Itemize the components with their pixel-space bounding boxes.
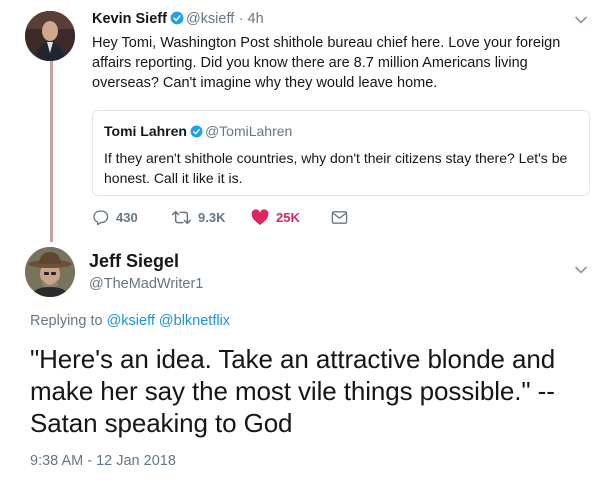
reply-mention-link[interactable]: @ksieff [107,313,155,329]
quoted-tweet[interactable]: Tomi Lahren @TomiLahren If they aren't sh… [92,110,590,196]
reply-button[interactable]: 430 [92,209,172,226]
retweet-button[interactable]: 9.3K [172,209,251,226]
chevron-down-icon[interactable] [574,12,588,30]
verified-badge-icon [190,125,203,143]
tweet2-text: "Here's an idea. Take an attractive blon… [30,344,556,438]
tweet2-author-name[interactable]: Jeff Siegel [89,251,179,272]
reply-mention-link[interactable]: @blknetflix [159,313,230,329]
verified-badge-icon [170,11,184,30]
tweet2-timestamp[interactable]: 9:38 AM - 12 Jan 2018 [30,453,176,469]
reply-count: 430 [116,209,138,225]
heart-icon [251,208,269,225]
quoted-tweet-header: Tomi Lahren @TomiLahren [104,123,578,143]
tweet1-header: Kevin Sieff @ksieff · 4h [92,10,264,30]
envelope-icon [331,210,348,224]
avatar-jeff-siegel[interactable] [25,247,75,297]
thread-connector-line [50,56,53,242]
replying-to-line: Replying to @ksieff @blknetflix [30,313,230,329]
chevron-down-icon[interactable] [574,262,588,280]
tweet1-action-bar: 430 9.3K 25K [92,207,355,227]
quoted-tweet-text: If they aren't shithole countries, why d… [104,150,568,186]
like-count: 25K [276,209,300,225]
direct-message-button[interactable] [331,210,355,225]
tweet1-time[interactable]: · 4h [239,11,264,27]
quoted-author-name: Tomi Lahren [104,123,187,139]
like-button[interactable]: 25K [251,208,331,226]
retweet-icon [172,210,191,224]
reply-icon [93,209,109,225]
tweet1-author-handle[interactable]: @ksieff [186,11,234,27]
retweet-count: 9.3K [198,209,226,225]
tweet1-text: Hey Tomi, Washington Post shithole burea… [92,35,561,91]
quoted-author-handle: @TomiLahren [204,123,293,139]
tweet2-author-handle[interactable]: @TheMadWriter1 [89,276,203,292]
replying-prefix: Replying to [30,313,103,329]
avatar-kevin-sieff[interactable] [25,11,75,61]
tweet1-author-name[interactable]: Kevin Sieff [92,11,167,27]
